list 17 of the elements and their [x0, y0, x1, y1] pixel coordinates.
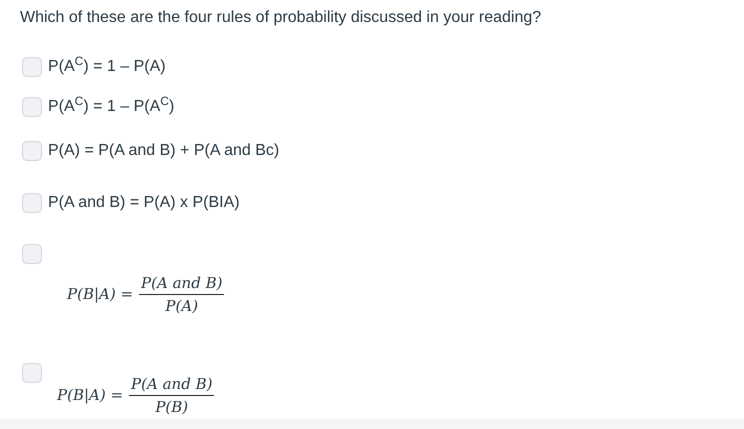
fraction-denominator: P(A)	[165, 296, 198, 317]
formula-lhs: P(B|A) =	[67, 284, 134, 306]
formula-lhs: P(B|A) =	[57, 385, 124, 406]
checkbox[interactable]	[22, 244, 42, 264]
fraction-numerator: P(A and B)	[129, 373, 214, 396]
checkbox[interactable]	[22, 193, 42, 213]
fraction-denominator: P(B)	[155, 397, 188, 418]
checkbox[interactable]	[22, 97, 42, 117]
fraction-numerator: P(A and B)	[139, 272, 224, 295]
option-text: P(A and B) = P(A) x P(BIA)	[48, 193, 240, 213]
option-text: P(A) = P(A and B) + P(A and Bc)	[48, 141, 280, 161]
option-text: P(A$^{C}$) = 1 – P(A)	[48, 56, 166, 77]
checkbox[interactable]	[22, 57, 42, 77]
question-text: Which of these are the four rules of probability discussed in your reading?	[20, 8, 542, 28]
checkbox[interactable]	[22, 141, 42, 161]
option-text: P(A$^{C}$) = 1 – P(A$^{C}$)	[48, 96, 174, 117]
checkbox[interactable]	[22, 363, 42, 383]
